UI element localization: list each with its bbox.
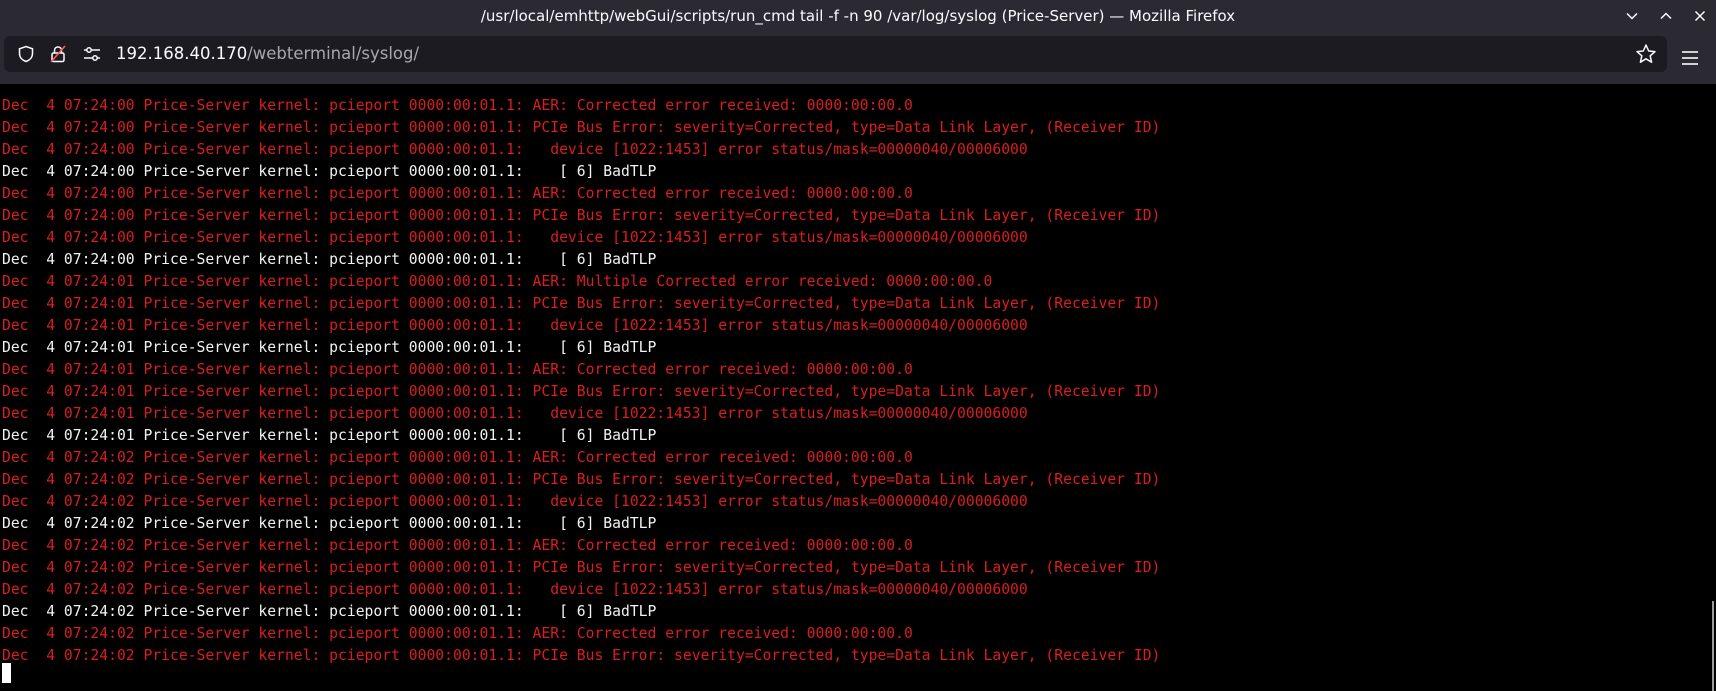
- log-line: Dec 4 07:24:00 Price-Server kernel: pcie…: [2, 229, 1028, 246]
- log-line: Dec 4 07:24:02 Price-Server kernel: pcie…: [2, 603, 657, 620]
- maximize-button[interactable]: [1650, 0, 1682, 32]
- close-button[interactable]: [1684, 0, 1716, 32]
- navigation-toolbar: 192.168.40.170/webterminal/syslog/: [0, 32, 1716, 84]
- log-line: Dec 4 07:24:02 Price-Server kernel: pcie…: [2, 515, 657, 532]
- log-line: Dec 4 07:24:02 Price-Server kernel: pcie…: [2, 647, 1161, 664]
- log-line: Dec 4 07:24:01 Price-Server kernel: pcie…: [2, 405, 1028, 422]
- url-host: 192.168.40.170: [116, 44, 248, 63]
- url-bar[interactable]: 192.168.40.170/webterminal/syslog/: [4, 36, 1667, 72]
- log-line: Dec 4 07:24:00 Price-Server kernel: pcie…: [2, 119, 1161, 136]
- log-line: Dec 4 07:24:00 Price-Server kernel: pcie…: [2, 163, 657, 180]
- terminal-cursor: [2, 663, 11, 683]
- log-line: Dec 4 07:24:01 Price-Server kernel: pcie…: [2, 317, 1028, 334]
- log-line: Dec 4 07:24:00 Price-Server kernel: pcie…: [2, 207, 1161, 224]
- close-icon: [1694, 10, 1706, 22]
- chevron-down-icon: [1626, 12, 1638, 20]
- log-line: Dec 4 07:24:00 Price-Server kernel: pcie…: [2, 251, 657, 268]
- log-line: Dec 4 07:24:01 Price-Server kernel: pcie…: [2, 273, 993, 290]
- log-line: Dec 4 07:24:02 Price-Server kernel: pcie…: [2, 581, 1028, 598]
- insecure-lock-icon[interactable]: [48, 44, 68, 64]
- syslog-output: Dec 4 07:24:00 Price-Server kernel: pcie…: [2, 95, 1160, 667]
- log-line: Dec 4 07:24:00 Price-Server kernel: pcie…: [2, 185, 913, 202]
- minimize-button[interactable]: [1616, 0, 1648, 32]
- url-path: /webterminal/syslog/: [247, 44, 420, 63]
- log-line: Dec 4 07:24:01 Price-Server kernel: pcie…: [2, 295, 1161, 312]
- log-line: Dec 4 07:24:02 Price-Server kernel: pcie…: [2, 537, 913, 554]
- log-line: Dec 4 07:24:01 Price-Server kernel: pcie…: [2, 361, 913, 378]
- site-permissions-icon[interactable]: [82, 44, 102, 64]
- window-controls: [1614, 0, 1716, 32]
- log-line: Dec 4 07:24:02 Price-Server kernel: pcie…: [2, 559, 1161, 576]
- window-titlebar[interactable]: /usr/local/emhttp/webGui/scripts/run_cmd…: [0, 0, 1716, 32]
- scrollbar-thumb[interactable]: [1712, 601, 1714, 691]
- chevron-up-icon: [1660, 12, 1672, 20]
- bookmark-star-icon[interactable]: [1635, 43, 1657, 65]
- log-line: Dec 4 07:24:00 Price-Server kernel: pcie…: [2, 141, 1028, 158]
- log-line: Dec 4 07:24:01 Price-Server kernel: pcie…: [2, 427, 657, 444]
- log-line: Dec 4 07:24:02 Price-Server kernel: pcie…: [2, 625, 913, 642]
- shield-icon[interactable]: [16, 44, 36, 64]
- log-line: Dec 4 07:24:02 Price-Server kernel: pcie…: [2, 449, 913, 466]
- log-line: Dec 4 07:24:00 Price-Server kernel: pcie…: [2, 97, 913, 114]
- window-title: /usr/local/emhttp/webGui/scripts/run_cmd…: [480, 7, 1236, 25]
- hamburger-menu-icon[interactable]: [1672, 40, 1708, 76]
- log-line: Dec 4 07:24:01 Price-Server kernel: pcie…: [2, 339, 657, 356]
- log-line: Dec 4 07:24:02 Price-Server kernel: pcie…: [2, 471, 1161, 488]
- url-text[interactable]: 192.168.40.170/webterminal/syslog/: [116, 36, 419, 72]
- log-line: Dec 4 07:24:01 Price-Server kernel: pcie…: [2, 383, 1161, 400]
- log-line: Dec 4 07:24:02 Price-Server kernel: pcie…: [2, 493, 1028, 510]
- terminal-view[interactable]: Dec 4 07:24:00 Price-Server kernel: pcie…: [0, 85, 1716, 691]
